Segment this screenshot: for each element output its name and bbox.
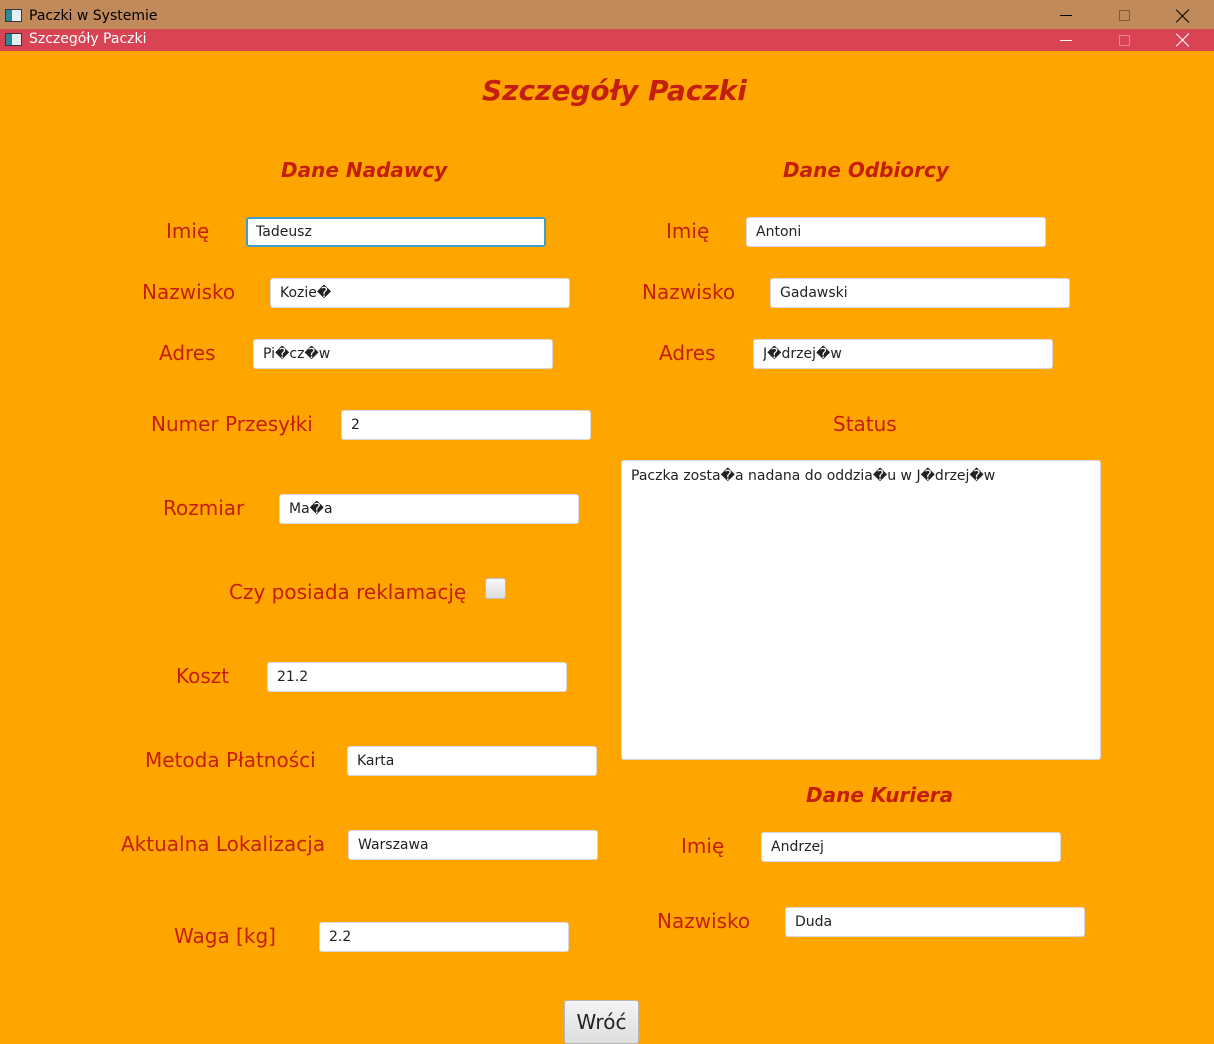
status-textarea[interactable]: Paczka zosta�a nadana do oddzia�u w J�dr…	[621, 460, 1101, 760]
recipient-last-name-label: Nazwisko	[642, 280, 736, 304]
courier-last-name-label: Nazwisko	[657, 909, 751, 933]
maximize-icon[interactable]	[1101, 0, 1147, 31]
sender-first-name-field[interactable]	[246, 217, 546, 247]
payment-method-field[interactable]	[347, 746, 597, 776]
current-location-field[interactable]	[348, 830, 598, 860]
sender-first-name-label: Imię	[166, 219, 210, 243]
recipient-last-name-field[interactable]	[770, 278, 1070, 308]
minimize-icon[interactable]	[1043, 0, 1089, 31]
close-icon[interactable]	[1160, 0, 1206, 31]
sender-address-field[interactable]	[253, 339, 553, 369]
weight-field[interactable]	[319, 922, 569, 952]
cost-label: Koszt	[176, 664, 230, 688]
complaint-checkbox[interactable]	[485, 578, 506, 599]
recipient-first-name-field[interactable]	[746, 217, 1046, 247]
courier-last-name-field[interactable]	[785, 907, 1085, 937]
size-label: Rozmiar	[163, 496, 245, 520]
size-field[interactable]	[279, 494, 579, 524]
courier-first-name-label: Imię	[681, 834, 725, 858]
sender-address-label: Adres	[159, 341, 216, 365]
sender-last-name-field[interactable]	[270, 278, 570, 308]
recipient-address-field[interactable]	[753, 339, 1053, 369]
maximize-icon[interactable]	[1101, 29, 1147, 51]
background-window-title: Paczki w Systemie	[29, 8, 158, 24]
app-icon	[5, 9, 22, 22]
recipient-first-name-label: Imię	[666, 219, 710, 243]
courier-first-name-field[interactable]	[761, 832, 1061, 862]
cost-field[interactable]	[267, 662, 567, 692]
sender-heading: Dane Nadawcy	[281, 158, 448, 182]
complaint-label: Czy posiada reklamację	[229, 580, 467, 604]
page-title: Szczegóły Paczki	[482, 74, 747, 107]
app-icon	[5, 33, 22, 46]
weight-label: Waga [kg]	[174, 924, 276, 948]
package-number-field[interactable]	[341, 410, 591, 440]
status-label: Status	[833, 412, 897, 436]
recipient-address-label: Adres	[659, 341, 716, 365]
back-button[interactable]: Wróć	[564, 1000, 639, 1044]
current-location-label: Aktualna Lokalizacja	[121, 832, 326, 856]
payment-method-label: Metoda Płatności	[145, 748, 316, 772]
sender-last-name-label: Nazwisko	[142, 280, 236, 304]
package-number-label: Numer Przesyłki	[151, 412, 313, 436]
courier-heading: Dane Kuriera	[806, 783, 954, 807]
minimize-icon[interactable]	[1043, 29, 1089, 51]
close-icon[interactable]	[1160, 29, 1206, 51]
details-window-title: Szczegóły Paczki	[29, 31, 147, 47]
recipient-heading: Dane Odbiorcy	[783, 158, 949, 182]
details-window-titlebar[interactable]: Szczegóły Paczki	[0, 29, 1214, 51]
background-window-titlebar[interactable]: Paczki w Systemie	[0, 0, 1214, 31]
